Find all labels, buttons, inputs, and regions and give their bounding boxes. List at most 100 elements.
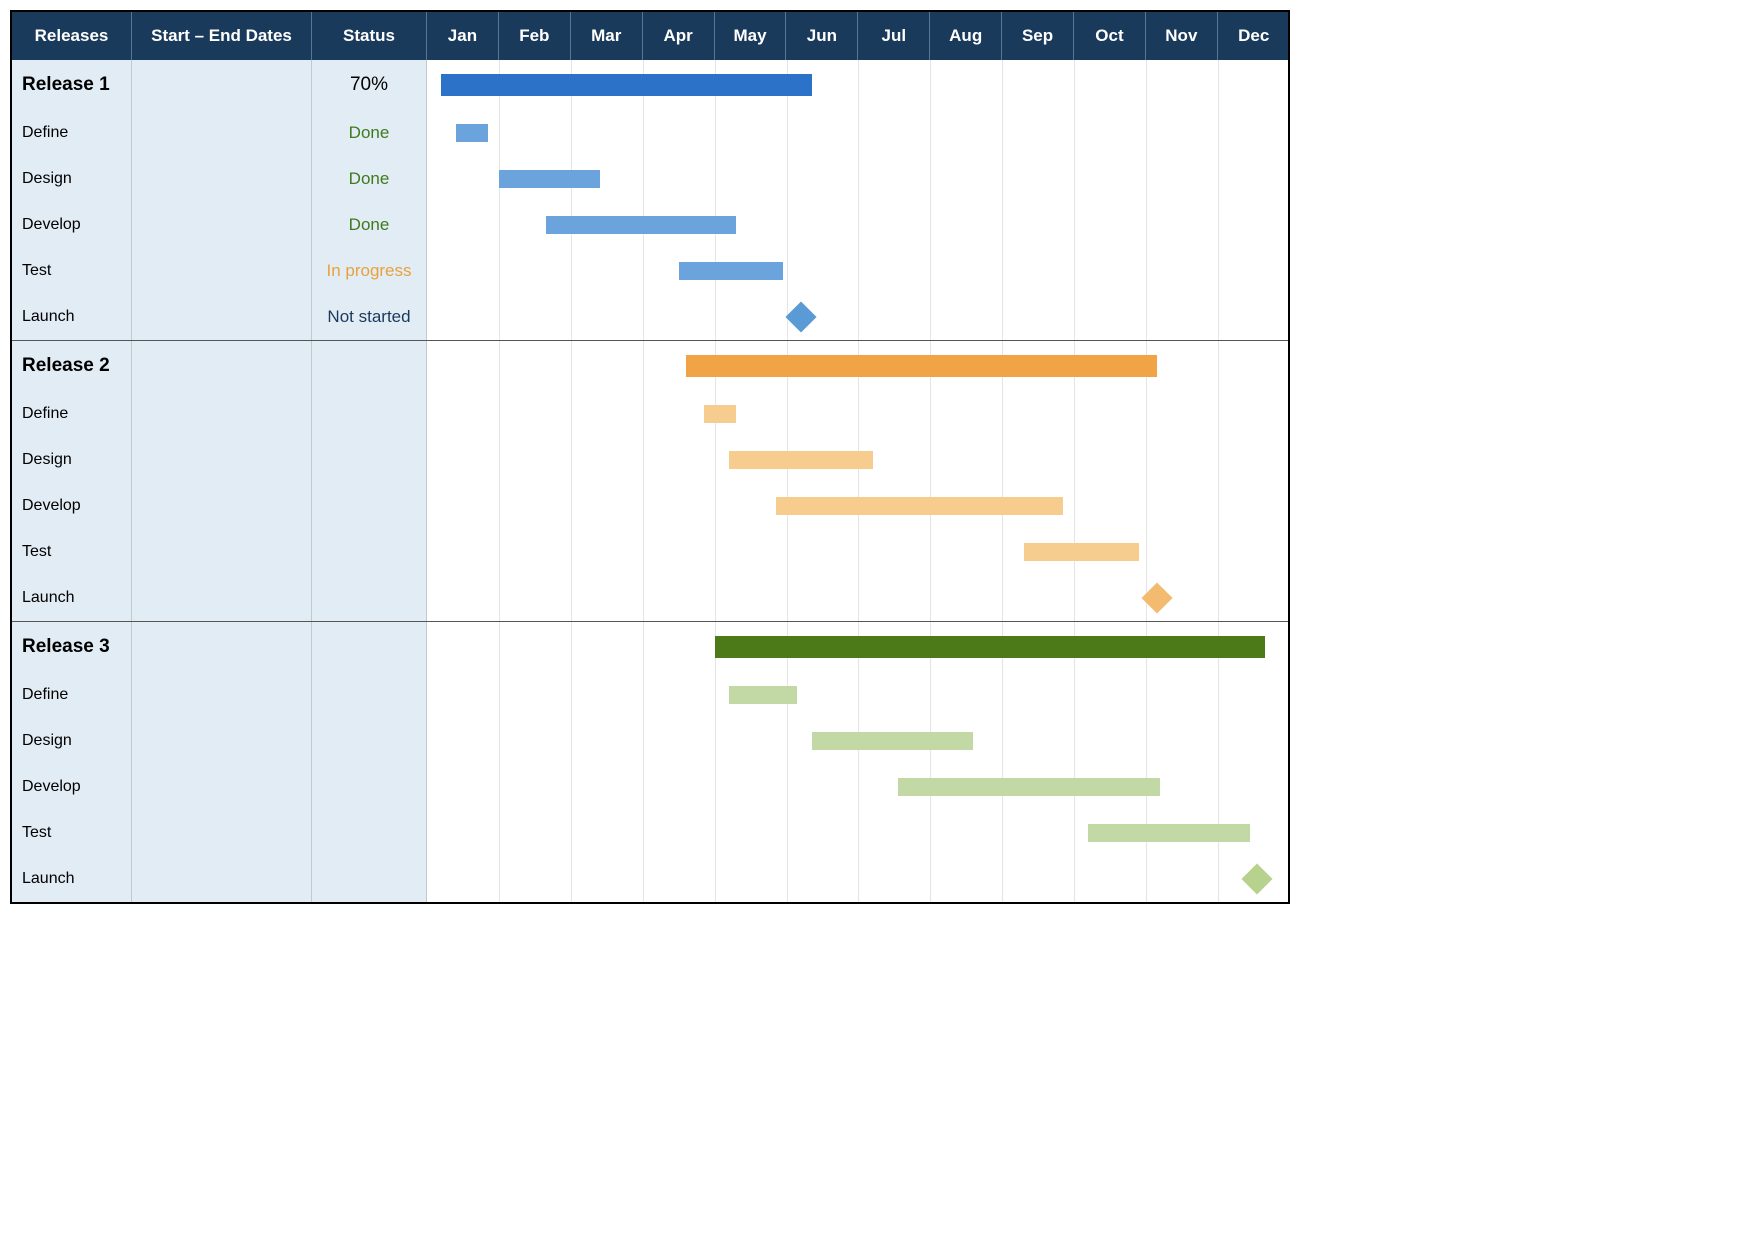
task-name: Test xyxy=(12,248,132,294)
task-name: Launch xyxy=(12,575,132,621)
status-cell xyxy=(312,483,427,529)
task-name: Develop xyxy=(12,764,132,810)
status-cell: Done xyxy=(312,110,427,156)
task-row: Test xyxy=(12,810,1288,856)
release-summary-row: Release 3 xyxy=(12,622,1288,672)
header-month-jun: Jun xyxy=(786,12,858,60)
status-cell: 70% xyxy=(312,60,427,110)
timeline xyxy=(427,437,1290,483)
release-name: Release 1 xyxy=(12,60,132,110)
task-bar xyxy=(679,262,783,280)
task-bar xyxy=(729,686,797,704)
status-cell xyxy=(312,672,427,718)
task-bar xyxy=(1024,543,1139,561)
dates-cell xyxy=(132,764,312,810)
task-row: Develop xyxy=(12,483,1288,529)
gantt-chart: Releases Start – End Dates Status JanFeb… xyxy=(10,10,1290,904)
status-cell xyxy=(312,810,427,856)
status-cell xyxy=(312,856,427,902)
dates-cell xyxy=(132,437,312,483)
dates-cell xyxy=(132,60,312,110)
status-cell xyxy=(312,529,427,575)
task-name: Develop xyxy=(12,202,132,248)
summary-bar xyxy=(441,74,811,96)
status-cell: Done xyxy=(312,156,427,202)
task-bar xyxy=(898,778,1160,796)
header-month-jan: Jan xyxy=(427,12,499,60)
dates-cell xyxy=(132,248,312,294)
header-status: Status xyxy=(312,12,427,60)
dates-cell xyxy=(132,718,312,764)
header-month-feb: Feb xyxy=(499,12,571,60)
dates-cell xyxy=(132,622,312,672)
task-row: Define xyxy=(12,672,1288,718)
task-bar xyxy=(729,451,873,469)
milestone-icon xyxy=(785,301,816,332)
status-cell: Done xyxy=(312,202,427,248)
header-month-nov: Nov xyxy=(1146,12,1218,60)
milestone-icon xyxy=(1242,863,1273,894)
timeline xyxy=(427,622,1290,672)
timeline xyxy=(427,529,1290,575)
status-cell: Not started xyxy=(312,294,427,340)
timeline xyxy=(427,810,1290,856)
timeline xyxy=(427,341,1290,391)
header-month-oct: Oct xyxy=(1074,12,1146,60)
dates-cell xyxy=(132,856,312,902)
status-cell: In progress xyxy=(312,248,427,294)
release-summary-row: Release 1 70% xyxy=(12,60,1288,110)
timeline xyxy=(427,764,1290,810)
header-month-apr: Apr xyxy=(643,12,715,60)
header-month-sep: Sep xyxy=(1002,12,1074,60)
header-months: JanFebMarAprMayJunJulAugSepOctNovDec xyxy=(427,12,1290,60)
timeline xyxy=(427,856,1290,902)
timeline xyxy=(427,248,1290,294)
task-row: Test xyxy=(12,529,1288,575)
dates-cell xyxy=(132,575,312,621)
status-cell xyxy=(312,622,427,672)
task-row: Launch xyxy=(12,856,1288,902)
release-name: Release 3 xyxy=(12,622,132,672)
timeline xyxy=(427,202,1290,248)
dates-cell xyxy=(132,672,312,718)
timeline xyxy=(427,294,1290,340)
header-month-mar: Mar xyxy=(571,12,643,60)
task-name: Design xyxy=(12,718,132,764)
task-row: Design xyxy=(12,718,1288,764)
summary-bar xyxy=(715,636,1265,658)
dates-cell xyxy=(132,294,312,340)
release-group: Release 170%DefineDoneDesignDoneDevelopD… xyxy=(12,60,1288,341)
task-row: Define xyxy=(12,391,1288,437)
task-name: Define xyxy=(12,110,132,156)
release-group: Release 2DefineDesignDevelopTestLaunch xyxy=(12,341,1288,622)
header-row: Releases Start – End Dates Status JanFeb… xyxy=(12,12,1288,60)
task-row: Launch xyxy=(12,575,1288,621)
task-row: Define Done xyxy=(12,110,1288,156)
header-releases: Releases xyxy=(12,12,132,60)
status-cell xyxy=(312,391,427,437)
task-row: LaunchNot started xyxy=(12,294,1288,340)
header-month-aug: Aug xyxy=(930,12,1002,60)
task-bar xyxy=(704,405,736,423)
dates-cell xyxy=(132,110,312,156)
task-name: Launch xyxy=(12,856,132,902)
timeline xyxy=(427,575,1290,621)
dates-cell xyxy=(132,341,312,391)
task-name: Design xyxy=(12,437,132,483)
timeline xyxy=(427,718,1290,764)
task-row: Design Done xyxy=(12,156,1288,202)
dates-cell xyxy=(132,810,312,856)
task-row: Test In progress xyxy=(12,248,1288,294)
task-bar xyxy=(546,216,737,234)
status-cell xyxy=(312,718,427,764)
timeline xyxy=(427,156,1290,202)
timeline xyxy=(427,110,1290,156)
dates-cell xyxy=(132,483,312,529)
timeline xyxy=(427,672,1290,718)
task-name: Define xyxy=(12,391,132,437)
task-row: Design xyxy=(12,437,1288,483)
header-month-dec: Dec xyxy=(1218,12,1290,60)
task-name: Design xyxy=(12,156,132,202)
task-bar xyxy=(776,497,1064,515)
status-cell xyxy=(312,437,427,483)
